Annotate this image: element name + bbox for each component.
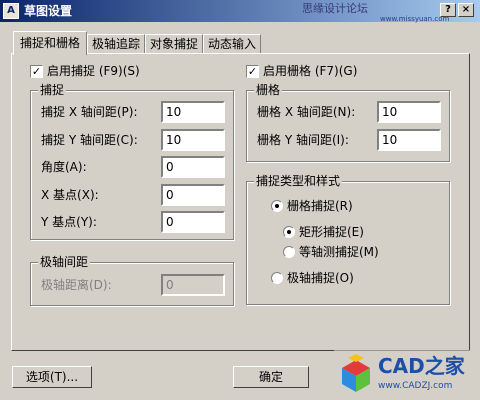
ok-button[interactable]: 确定	[233, 366, 309, 388]
grid-enable-checkbox[interactable]: ✓	[246, 65, 259, 78]
cad-logo-brand: CAD之家	[378, 354, 465, 378]
app-icon: A	[3, 3, 19, 19]
grid-snap-label: 栅格捕捉(R)	[287, 199, 353, 213]
grid-enable-label: 启用栅格 (F7)(G)	[263, 64, 358, 78]
grid-x-spacing-input[interactable]: 10	[377, 101, 441, 123]
snap-angle-label: 角度(A):	[41, 160, 87, 174]
polar-distance-input[interactable]: 0	[161, 274, 225, 296]
watermark-text: 思缘设计论坛	[302, 2, 368, 15]
tab-polar-tracking[interactable]: 极轴追踪	[87, 34, 145, 54]
isometric-snap-label: 等轴测捕捉(M)	[299, 245, 379, 259]
polar-snap-label: 极轴捕捉(O)	[287, 271, 354, 285]
window-title: 草图设置	[24, 4, 73, 18]
tab-snap-grid[interactable]: 捕捉和栅格	[13, 31, 87, 55]
snap-group-label: 捕捉	[38, 83, 67, 97]
rectangular-snap-label: 矩形捕捉(E)	[299, 225, 364, 239]
polar-distance-label: 极轴距离(D):	[41, 278, 112, 292]
snap-y-base-label: Y 基点(Y):	[41, 215, 97, 229]
watermark-url: www.missyuan.com	[380, 15, 450, 23]
snap-x-spacing-input[interactable]: 10	[161, 101, 225, 123]
tab-object-snap[interactable]: 对象捕捉	[145, 34, 203, 54]
snap-x-spacing-label: 捕捉 X 轴间距(P):	[41, 105, 138, 119]
grid-group-label: 栅格	[254, 83, 283, 97]
snap-type-group-label: 捕捉类型和样式	[254, 174, 343, 188]
polar-snap-radio[interactable]	[271, 272, 283, 284]
snap-x-base-input[interactable]: 0	[161, 184, 225, 206]
close-button[interactable]: ×	[458, 3, 474, 17]
grid-x-spacing-label: 栅格 X 轴间距(N):	[257, 105, 356, 119]
snap-y-spacing-input[interactable]: 10	[161, 129, 225, 151]
polar-spacing-group-label: 极轴间距	[38, 255, 91, 269]
snap-y-base-input[interactable]: 0	[161, 211, 225, 233]
rectangular-snap-radio[interactable]	[283, 226, 295, 238]
grid-snap-radio[interactable]	[271, 200, 283, 212]
help-button[interactable]: ?	[440, 3, 456, 17]
snap-enable-label: 启用捕捉 (F9)(S)	[47, 64, 140, 78]
grid-y-spacing-input[interactable]: 10	[377, 129, 441, 151]
grid-y-spacing-label: 栅格 Y 轴间距(I):	[257, 133, 349, 147]
snap-x-base-label: X 基点(X):	[41, 188, 99, 202]
tab-dynamic-input[interactable]: 动态输入	[203, 34, 261, 54]
snap-angle-input[interactable]: 0	[161, 156, 225, 178]
cad-logo-url: www.CADZJ.com	[378, 381, 453, 391]
isometric-snap-radio[interactable]	[283, 246, 295, 258]
snap-enable-checkbox[interactable]: ✓	[30, 65, 43, 78]
snap-y-spacing-label: 捕捉 Y 轴间距(C):	[41, 133, 138, 147]
options-button[interactable]: 选项(T)...	[12, 366, 92, 388]
